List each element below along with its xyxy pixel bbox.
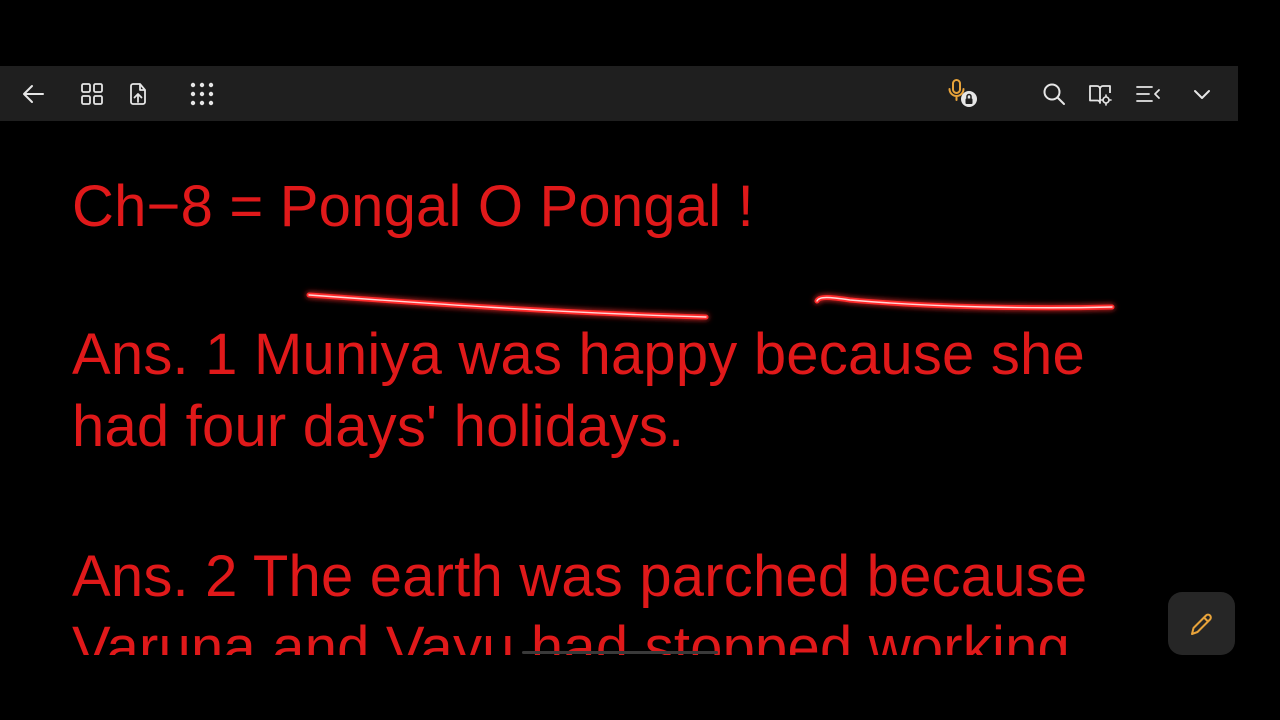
voice-recording-button[interactable] — [940, 66, 980, 121]
scroll-indicator[interactable] — [522, 651, 718, 654]
voice-recording-locked-icon — [948, 78, 977, 107]
edit-note-button[interactable] — [1168, 592, 1235, 655]
answer-1-line-2: had four days' holidays. — [72, 394, 685, 459]
chevron-down-icon — [1194, 89, 1210, 99]
export-button[interactable] — [118, 66, 158, 121]
apps-menu-icon — [190, 82, 214, 105]
grid-view-icon — [81, 82, 103, 105]
search-button[interactable] — [1034, 66, 1074, 121]
export-icon — [130, 82, 146, 105]
answer-2-line-1: Ans. 2 The earth was parched because — [72, 544, 1088, 609]
answer-1-line-1: Ans. 1 Muniya was happy because she — [72, 322, 1085, 387]
search-icon — [1043, 83, 1065, 105]
note-canvas[interactable]: Ch−8 = Pongal O Pongal ! Ans. 1 Muniya w… — [0, 121, 1238, 655]
text-options-button[interactable] — [1128, 66, 1168, 121]
back-button[interactable] — [14, 66, 54, 121]
more-options-button[interactable] — [1182, 66, 1222, 121]
underline-stroke-1 — [306, 292, 709, 320]
top-toolbar — [0, 66, 1238, 121]
text-menu-icon — [1136, 85, 1160, 102]
back-arrow-icon — [23, 84, 44, 103]
reading-mode-settings-icon — [1089, 84, 1112, 106]
answer-2-line-2: Varuna and Vayu had stopped working — [72, 615, 1070, 655]
pen-edit-icon — [1190, 613, 1212, 635]
reading-mode-button[interactable] — [1080, 66, 1120, 121]
apps-menu-button[interactable] — [182, 66, 222, 121]
thumbnail-view-button[interactable] — [72, 66, 112, 121]
